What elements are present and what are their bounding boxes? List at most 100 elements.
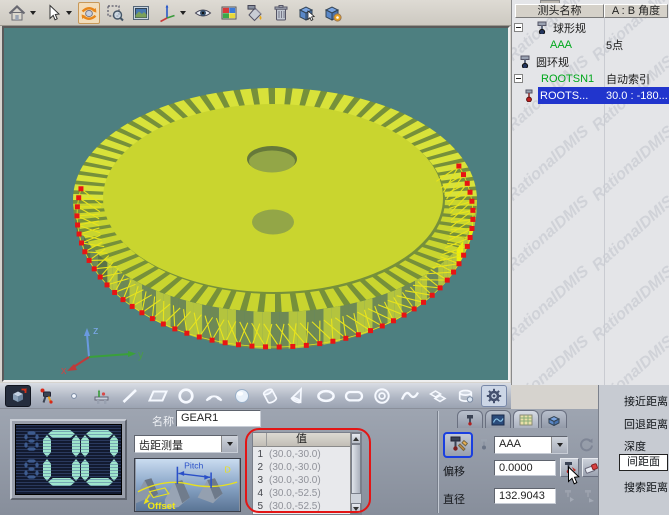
row-index: 4 (253, 487, 265, 500)
expand-collapse-icon[interactable] (514, 23, 523, 32)
pitch-diagram: Pitch D Offset (134, 458, 241, 512)
tab-feature[interactable] (541, 410, 567, 428)
app-window: zyx RationalDMISRationalDMISRationalDMIS… (0, 0, 669, 515)
delete-trash-icon[interactable] (270, 2, 292, 24)
home-icon[interactable] (6, 2, 28, 24)
distance-label-4: 搜索距离 (624, 479, 668, 495)
diameter-input[interactable]: 132.9043 (494, 488, 556, 504)
mouse-cursor (567, 466, 581, 486)
column-header-probe-name[interactable]: 测头名称 (515, 4, 604, 18)
tree-row-rootsn1[interactable]: ROOTSN1 自动索引 (512, 70, 669, 87)
table-scrollbar[interactable] (350, 433, 361, 514)
tree-row-[interactable]: 圆环规 (512, 53, 669, 70)
cylinder-icon[interactable] (257, 385, 283, 407)
tree-label: ROOTSN1 (541, 73, 594, 85)
machine-icon[interactable] (89, 385, 115, 407)
tab-probe[interactable] (457, 410, 483, 428)
feature-cube-icon[interactable] (5, 385, 31, 407)
slot-icon[interactable] (341, 385, 367, 407)
value-row[interactable]: 3(30.0,-30.0) (253, 474, 350, 487)
row-value: (30.0,-52.5) (265, 487, 321, 500)
distance-label-0: 接近距离 (624, 393, 668, 409)
scroll-down-icon[interactable] (351, 503, 361, 514)
scroll-up-icon[interactable] (351, 433, 361, 444)
measure-mode-select[interactable]: 齿距测量 (134, 435, 238, 453)
zoom-window-icon[interactable] (104, 2, 126, 24)
column-header-ab-angle[interactable]: A : B 角度 (604, 4, 668, 18)
color-palette-icon[interactable] (218, 2, 240, 24)
tree-label: ROOTS... (540, 90, 588, 102)
value-row[interactable]: 4(30.0,-52.5) (253, 487, 350, 500)
probe-tree: 球形规AAA5点圆环规 ROOTSN1 自动索引 ROOTS... 30.0 : -18… (512, 19, 669, 104)
rotate-view-icon[interactable] (78, 2, 100, 24)
tree-label: 球形规 (553, 20, 586, 36)
expand-collapse-icon[interactable] (514, 74, 523, 83)
ellipse-icon[interactable] (313, 385, 339, 407)
value-row[interactable]: 2(30.0,-30.0) (253, 461, 350, 474)
svg-text:y: y (138, 349, 144, 361)
refresh-icon[interactable] (578, 437, 594, 456)
geometry-toolbar (0, 383, 511, 409)
tree-value: 30.0 : -180... (606, 90, 668, 102)
fit-view-icon[interactable] (130, 2, 152, 24)
watermark-text: RationalDMIS (512, 333, 593, 385)
tree-value: 自动索引 (606, 71, 650, 87)
probe-select[interactable]: AAA (494, 436, 568, 454)
panel-divider (437, 411, 439, 513)
select-solid-icon[interactable] (296, 2, 318, 24)
measure-mode-dropdown-icon[interactable] (221, 436, 237, 452)
tree-row-roots[interactable]: ROOTS... 30.0 : -180... (512, 87, 669, 104)
3d-viewport[interactable]: zyx (4, 28, 508, 380)
home-dropdown-icon[interactable] (30, 11, 36, 15)
tree-value: 5点 (606, 37, 623, 53)
spacing-plane-field[interactable]: 间距面 (619, 454, 668, 471)
value-row[interactable]: 1(30.0,-30.0) (253, 448, 350, 461)
plane-icon[interactable] (145, 385, 171, 407)
offset-input[interactable]: 0.0000 (494, 460, 556, 476)
probe-tool-button[interactable] (443, 432, 473, 458)
value-table[interactable]: 值 1(30.0,-30.0)2(30.0,-30.0)3(30.0,-30.0… (252, 432, 362, 515)
row-index: 1 (253, 448, 265, 461)
gear-icon[interactable] (481, 385, 507, 407)
render-tools-icon[interactable] (244, 2, 266, 24)
coordinate-system-dropdown-icon[interactable] (180, 11, 186, 15)
svg-text:Pitch: Pitch (184, 461, 203, 471)
view-eye-icon[interactable] (192, 2, 214, 24)
row-value: (30.0,-30.0) (265, 448, 321, 461)
select-cursor-dropdown-icon[interactable] (66, 11, 72, 15)
prism-icon[interactable] (425, 385, 451, 407)
diameter-label: 直径 (443, 491, 465, 507)
cone-icon[interactable] (285, 385, 311, 407)
arc-icon[interactable] (201, 385, 227, 407)
name-input[interactable]: GEAR1 (176, 410, 261, 427)
name-label: 名称 (152, 413, 174, 429)
ring-icon[interactable] (369, 385, 395, 407)
value-row[interactable]: 5(30.0,-52.5) (253, 500, 350, 513)
sphere-icon[interactable] (229, 385, 255, 407)
panel-nub (540, 0, 560, 3)
scroll-thumb[interactable] (351, 444, 361, 494)
value-column-header: 值 (253, 433, 350, 447)
cylinder-ring-icon[interactable] (453, 385, 479, 407)
select-cursor-icon[interactable] (42, 2, 64, 24)
probe-red-icon (522, 89, 536, 103)
tab-graph[interactable] (485, 410, 511, 428)
solid-settings-icon[interactable] (322, 2, 344, 24)
point-icon[interactable] (61, 385, 87, 407)
coordinate-system-icon[interactable] (156, 2, 178, 24)
tab-table[interactable] (513, 410, 539, 428)
tree-row-aaa[interactable]: AAA5点 (512, 36, 669, 53)
line-icon[interactable] (117, 385, 143, 407)
row-index: 2 (253, 461, 265, 474)
bottom-panel: 名称 GEAR1 齿距测量 Pitch D Offset 值 1(30.0,-3… (0, 409, 669, 515)
circle-icon[interactable] (173, 385, 199, 407)
probe-robot-icon[interactable] (33, 385, 59, 407)
probe-tree-panel: RationalDMISRationalDMISRationalDMISRati… (511, 0, 669, 385)
row-value: (30.0,-30.0) (265, 474, 321, 487)
tree-row-[interactable]: 球形规 (512, 19, 669, 36)
tab-strip (457, 410, 569, 428)
probe-select-value: AAA (499, 438, 521, 450)
curve-icon[interactable] (397, 385, 423, 407)
svg-text:x: x (61, 365, 67, 377)
probe-select-dropdown-icon[interactable] (551, 437, 567, 453)
